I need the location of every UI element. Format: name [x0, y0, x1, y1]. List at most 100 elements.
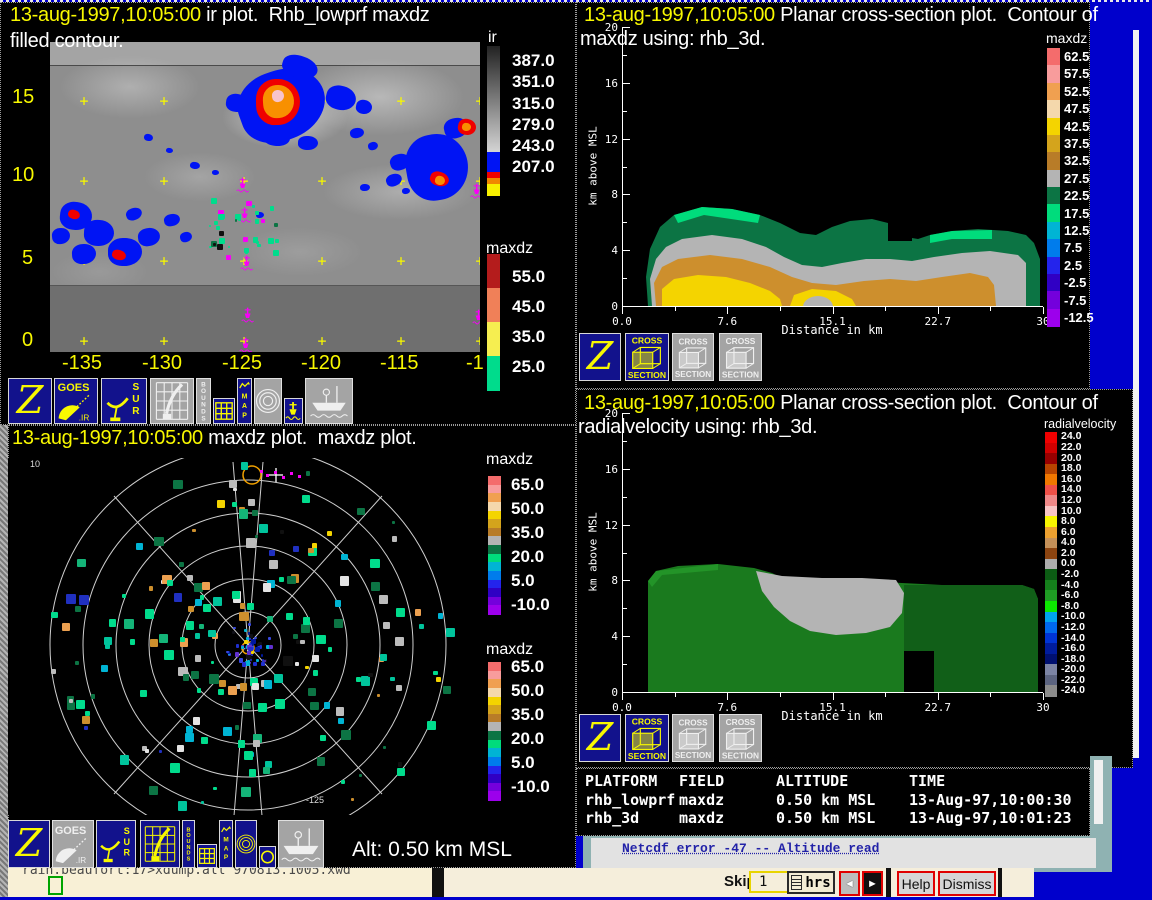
- grid-plus-mark: +: [396, 252, 405, 270]
- toolbar-btn-cross-section[interactable]: CROSSSECTION: [625, 714, 669, 762]
- colorbar-swatch: [1047, 187, 1060, 205]
- map-grid-label-top: 10: [30, 459, 40, 469]
- toolbar-btn-ship[interactable]: [278, 820, 324, 868]
- radar-echo-cell: [328, 647, 333, 652]
- xs-maxdz-x-tick-label: 7.6: [717, 315, 737, 328]
- toolbar-btn-rings[interactable]: [235, 820, 257, 868]
- step-back-button[interactable]: ◄: [839, 871, 860, 896]
- toolbar-btn-grid-radar[interactable]: [140, 820, 180, 868]
- xs-velocity-y-tick-label: 4: [598, 630, 618, 643]
- colorbar-tick-label: 351.0: [512, 72, 555, 92]
- colorbar-tick-label: 32.5: [1064, 153, 1089, 168]
- toolbar-btn-sur-radar[interactable]: SUR: [96, 820, 136, 868]
- radar-echo-cell: [203, 604, 211, 612]
- colorbar-tick-label: 5.0: [511, 753, 535, 773]
- radar-echo-cell: [150, 639, 158, 647]
- x-tick: [622, 307, 623, 314]
- toolbar-btn-bounds[interactable]: BOUNDS: [196, 378, 211, 424]
- colorbar-swatch: [1045, 432, 1057, 443]
- toolbar-btn-rings[interactable]: [254, 378, 282, 424]
- toolbar-btn-grid-radar[interactable]: [150, 378, 194, 424]
- radar-echo-cell: [180, 637, 185, 642]
- radar-echo-cell: [247, 603, 254, 610]
- colorbar-tick-label: 207.0: [512, 157, 555, 177]
- toolbar-btn-circle[interactable]: [259, 846, 276, 868]
- colorbar-tick-label: 35.0: [512, 327, 545, 347]
- colorbar-tick-label: -10.0: [511, 595, 550, 615]
- radar-echo-cell: [270, 206, 274, 210]
- radar-echo-cell: [253, 740, 260, 747]
- colorbar-swatch: [488, 791, 501, 800]
- radar-echo-cell: [241, 787, 251, 797]
- svg-text:Z: Z: [586, 716, 615, 760]
- toolbar-btn-zebra[interactable]: Z: [8, 820, 50, 868]
- colorbar-swatch: [1045, 622, 1057, 633]
- radar-echo-cell: [228, 686, 237, 695]
- radar-echo-cell: [302, 495, 309, 502]
- radar-echo-cell: [446, 628, 455, 637]
- radar-echo-cell: [159, 750, 163, 754]
- terminal-prompt: rain.beaufort:17>xdump.all 970813.1005.x…: [22, 868, 351, 878]
- toolbar-btn-map[interactable]: MAP: [219, 820, 233, 868]
- colorbar-tick-label: -10.0: [511, 777, 550, 797]
- xs-velocity-x-tick-label: 15.1: [819, 701, 846, 714]
- radar-echo-cell: [248, 623, 251, 626]
- y-tick: [623, 636, 630, 637]
- message-window-scrollbar[interactable]: [1094, 760, 1103, 824]
- svg-text:.IR: .IR: [79, 413, 90, 422]
- toolbar-btn-cross-section[interactable]: CROSSSECTION: [672, 714, 714, 762]
- toolbar-btn-sur-radar[interactable]: SUR: [101, 378, 147, 424]
- hrs-unit-button[interactable]: hrs: [787, 871, 835, 894]
- x-minor-tick: [990, 693, 991, 697]
- toolbar-btn-zebra[interactable]: Z: [8, 378, 52, 424]
- svg-text:SECTION: SECTION: [675, 751, 711, 760]
- toolbar-btn-goes-ir[interactable]: GOES.IR: [54, 378, 98, 424]
- colorbar-tick-label: 45.0: [512, 297, 545, 317]
- toolbar-btn-cross-section[interactable]: CROSSSECTION: [719, 714, 762, 762]
- radar-echo-cell: [219, 238, 225, 244]
- toolbar-btn-cross-section[interactable]: CROSSSECTION: [672, 333, 714, 381]
- help-button[interactable]: Help: [897, 871, 935, 896]
- toolbar-btn-zebra[interactable]: Z: [579, 333, 621, 381]
- radar-echo-cell: [327, 531, 332, 536]
- ir-contour-blob: [212, 170, 219, 175]
- table-cell: maxdz: [679, 791, 724, 809]
- colorbar-swatch: [487, 46, 500, 152]
- ir-contour-blob: [179, 231, 193, 244]
- toolbar-btn-small-grid[interactable]: [197, 844, 217, 868]
- panel-title-text: Planar cross-section plot. Contour of: [775, 4, 1098, 26]
- window-edge-scrollbar[interactable]: [1133, 30, 1139, 758]
- radar-echo-cell: [335, 600, 341, 606]
- radar-echo-cell: [246, 538, 256, 548]
- colorbar-swatch: [1047, 135, 1060, 153]
- terminal-window[interactable]: rain.beaufort:17>xdump.all 970813.1005.x…: [8, 868, 432, 897]
- radar-echo-cell: [174, 593, 183, 602]
- toolbar-btn-goes-ir[interactable]: GOES.IR: [52, 820, 94, 868]
- radar-echo-cell: [244, 751, 253, 760]
- svg-text:M: M: [242, 393, 248, 400]
- panel-title-text: ir plot. Rhb_lowprf maxdz: [201, 4, 430, 26]
- radar-echo-cell: [280, 530, 284, 534]
- colorbar-swatch: [1045, 485, 1057, 496]
- radar-echo-cell: [238, 740, 245, 747]
- radar-echo-cell: [359, 774, 363, 778]
- toolbar-btn-cross-section[interactable]: CROSSSECTION: [625, 333, 669, 381]
- window-divider: [432, 868, 444, 897]
- dismiss-button[interactable]: Dismiss: [938, 871, 996, 896]
- toolbar-btn-zebra[interactable]: Z: [579, 714, 621, 762]
- grid-plus-mark: +: [475, 252, 480, 270]
- colorbar-tick-label: 35.0: [511, 523, 544, 543]
- x-minor-tick: [780, 693, 781, 697]
- toolbar-btn-buoy[interactable]: [284, 398, 303, 424]
- skip-input[interactable]: [749, 871, 791, 893]
- toolbar-btn-bounds[interactable]: BOUNDS: [182, 820, 195, 868]
- toolbar-btn-ship[interactable]: [305, 378, 353, 424]
- colorbar-swatch: [487, 152, 500, 172]
- step-forward-button[interactable]: ►: [862, 871, 883, 896]
- radar-echo-cell: [145, 609, 155, 619]
- toolbar-btn-cross-section[interactable]: CROSSSECTION: [719, 333, 762, 381]
- toolbar-btn-small-grid[interactable]: [213, 398, 235, 424]
- ir-contour-blob: [298, 136, 318, 151]
- toolbar-btn-map[interactable]: MAP: [237, 378, 252, 424]
- radar-echo-cell: [51, 669, 56, 674]
